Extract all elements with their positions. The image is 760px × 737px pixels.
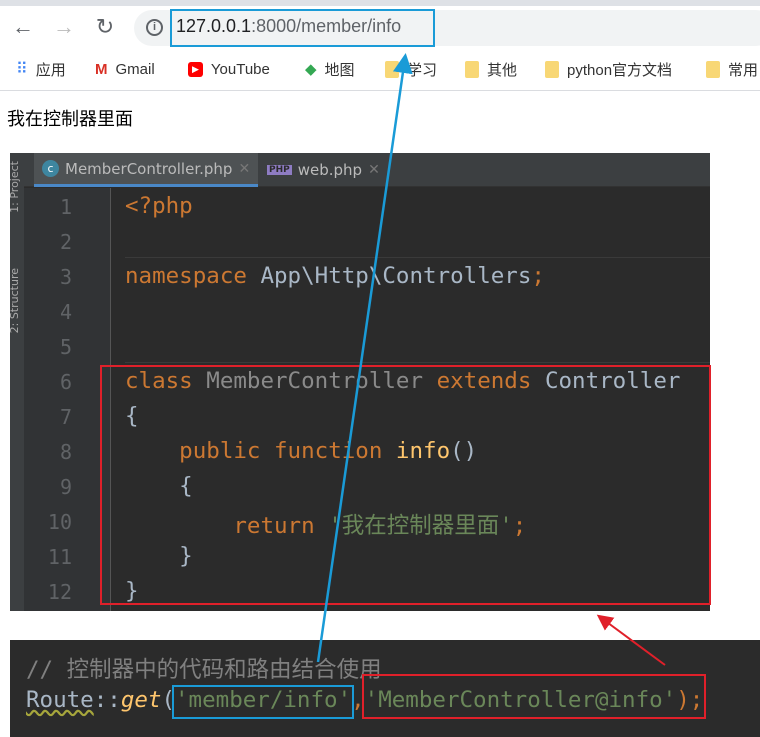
red-arrow [596, 614, 666, 666]
annotation-arrows [316, 53, 666, 666]
blue-arrow [316, 53, 413, 663]
